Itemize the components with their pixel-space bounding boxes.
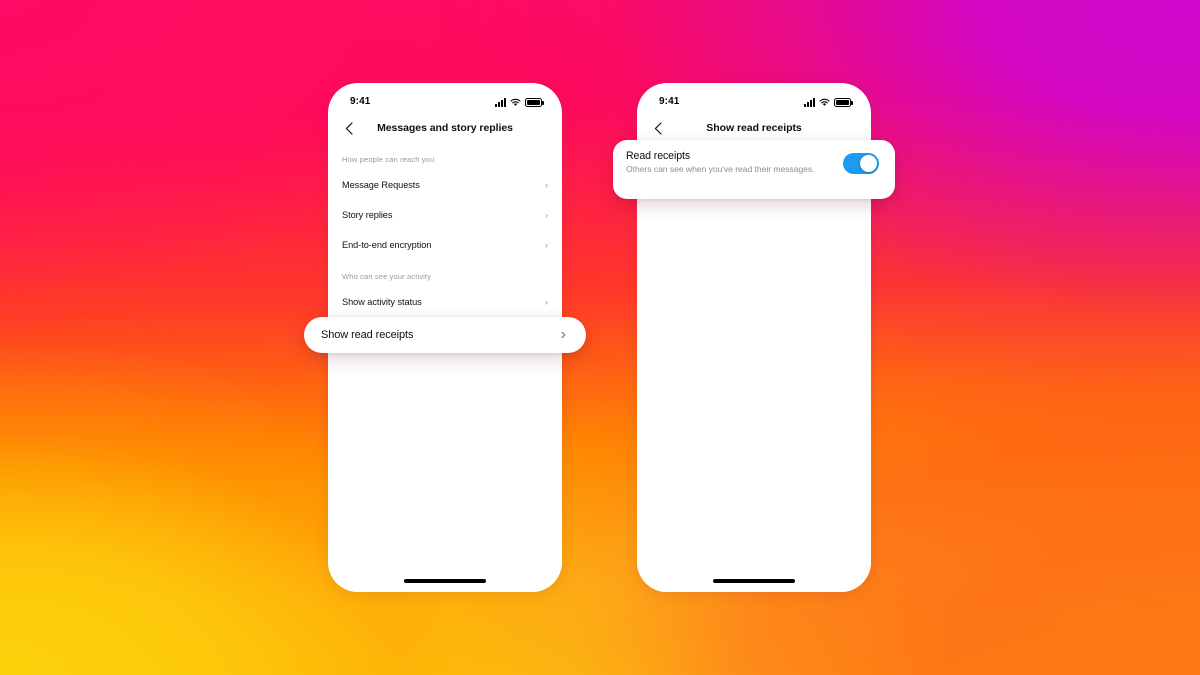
section-header-see-activity: Who can see your activity (342, 272, 432, 281)
chevron-right-icon: › (544, 240, 548, 250)
list-item-label: Story replies (342, 210, 393, 220)
chevron-right-icon: › (560, 326, 566, 343)
list-item-label: Message Requests (342, 180, 420, 190)
settings-detail-right (637, 143, 871, 592)
wifi-icon (819, 98, 830, 107)
battery-full-icon (834, 97, 853, 107)
gradient-layer-pink (0, 0, 1200, 675)
gradient-background (0, 0, 1200, 675)
settings-list-left: How people can reach you Message Request… (328, 143, 562, 592)
wifi-icon (510, 98, 521, 107)
chevron-right-icon: › (544, 180, 548, 190)
callout-text-block: Read receipts Others can see when you've… (626, 150, 815, 175)
battery-full-icon (525, 97, 544, 107)
list-item-label: End-to-end encryption (342, 240, 432, 250)
toggle-knob (860, 154, 878, 173)
chevron-left-icon[interactable] (342, 121, 356, 135)
list-item-label: Show activity status (342, 297, 422, 307)
status-bar-right: 9:41 (637, 83, 871, 113)
chevron-left-icon[interactable] (651, 121, 665, 135)
nav-bar-right: Show read receipts (637, 113, 871, 143)
list-item-message-requests[interactable]: Message Requests › (328, 170, 562, 200)
status-bar-clock: 9:41 (350, 95, 371, 107)
callout-row-label: Show read receipts (321, 329, 414, 341)
callout-show-read-receipts-row[interactable]: Show read receipts › (304, 317, 586, 353)
chevron-right-icon: › (544, 297, 548, 307)
section-header-reach-you: How people can reach you (342, 155, 435, 164)
status-bar-clock: 9:41 (659, 95, 680, 107)
cellular-signal-icon (804, 97, 815, 107)
read-receipts-toggle-switch[interactable] (843, 153, 879, 174)
home-indicator (404, 579, 486, 583)
status-bar-left: 9:41 (328, 83, 562, 113)
cellular-signal-icon (495, 97, 506, 107)
chevron-right-icon: › (544, 210, 548, 220)
status-bar-icons (495, 96, 544, 107)
list-item-show-activity-status[interactable]: Show activity status › (328, 287, 562, 317)
list-item-story-replies[interactable]: Story replies › (328, 200, 562, 230)
nav-bar-left: Messages and story replies (328, 113, 562, 143)
status-bar-icons (804, 96, 853, 107)
callout-subtitle: Others can see when you've read their me… (626, 164, 815, 174)
page-title: Messages and story replies (377, 122, 513, 134)
callout-read-receipts-toggle: Read receipts Others can see when you've… (613, 140, 895, 199)
list-item-end-to-end-encryption[interactable]: End-to-end encryption › (328, 230, 562, 260)
home-indicator (713, 579, 795, 583)
page-title: Show read receipts (706, 122, 802, 134)
callout-title: Read receipts (626, 150, 691, 162)
